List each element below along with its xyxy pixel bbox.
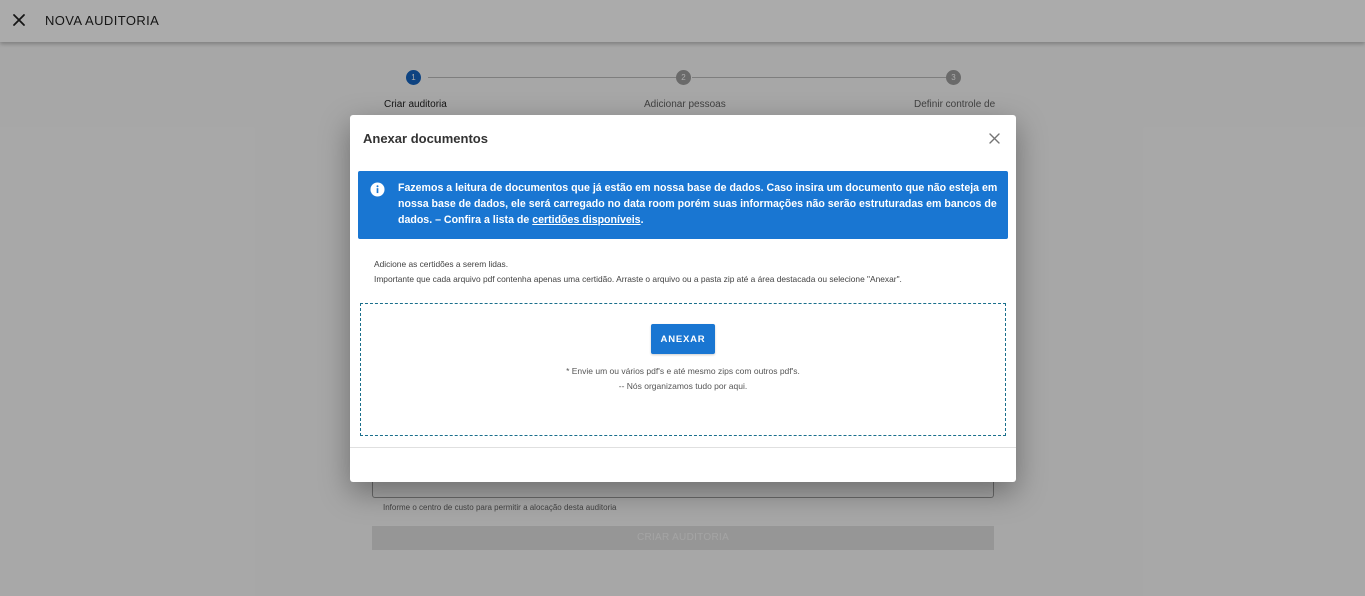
info-banner-message: Fazemos a leitura de documentos que já e… — [398, 182, 998, 227]
attach-documents-dialog: Anexar documentos Fazemos a leitura de d… — [350, 115, 1016, 482]
available-certificates-link[interactable]: certidões disponíveis — [532, 214, 640, 226]
attach-button[interactable]: ANEXAR — [651, 324, 715, 354]
upload-instructions: Adicione as certidões a serem lidas. Imp… — [374, 257, 902, 287]
info-icon — [370, 182, 385, 197]
drop-zone-note-1: * Envie um ou vários pdf's e até mesmo z… — [566, 366, 800, 376]
info-banner-message-end: . — [640, 214, 644, 227]
file-drop-zone[interactable]: ANEXAR * Envie um ou vários pdf's e até … — [360, 303, 1006, 436]
instructions-line-2: Importante que cada arquivo pdf contenha… — [374, 274, 902, 284]
dialog-footer-divider — [350, 447, 1016, 448]
close-icon[interactable] — [988, 132, 1001, 145]
dialog-title: Anexar documentos — [363, 131, 488, 146]
info-banner: Fazemos a leitura de documentos que já e… — [358, 171, 1008, 239]
drop-zone-note-2: -- Nós organizamos tudo por aqui. — [618, 381, 748, 391]
info-banner-text: Fazemos a leitura de documentos que já e… — [398, 180, 998, 229]
instructions-line-1: Adicione as certidões a serem lidas. — [374, 259, 509, 269]
